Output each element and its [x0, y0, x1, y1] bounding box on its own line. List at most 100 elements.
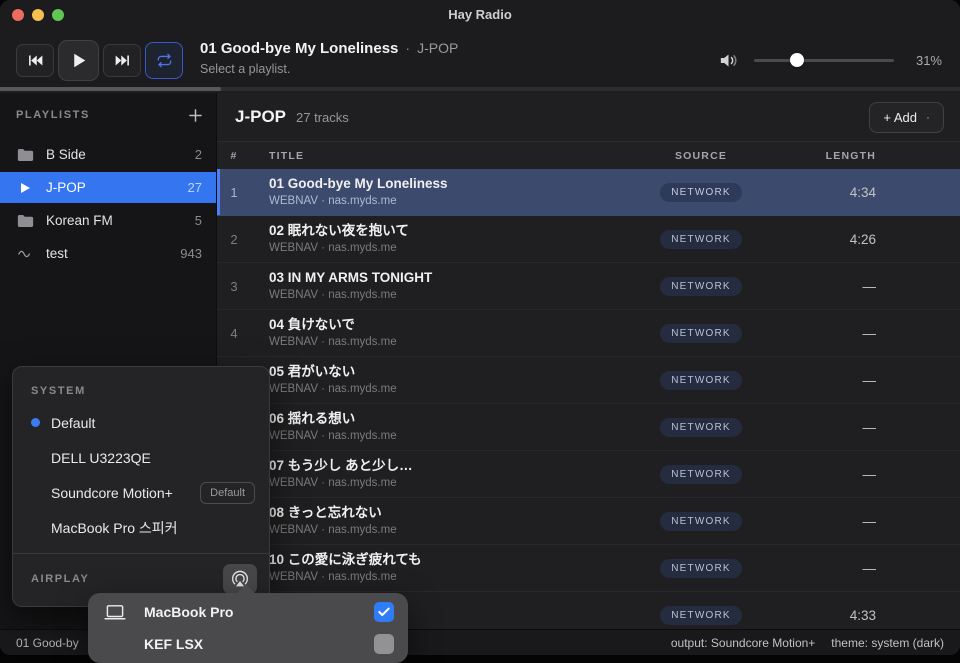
track-source-cell: NETWORK: [636, 605, 766, 625]
laptop-icon: [104, 604, 126, 621]
track-subtitle: WEBNAV · nas.myds.me: [269, 476, 636, 491]
table-row[interactable]: 4 04 負けないで WEBNAV · nas.myds.me NETWORK …: [217, 310, 960, 357]
track-title: 07 もう少し あと少し…: [269, 457, 636, 475]
volume-slider-thumb[interactable]: [790, 53, 804, 67]
track-length: —: [806, 279, 876, 294]
add-track-button[interactable]: + Add ·: [869, 102, 944, 133]
add-playlist-button[interactable]: [189, 109, 202, 122]
seek-bar[interactable]: [0, 87, 960, 91]
play-icon: [70, 52, 87, 69]
now-playing-playlist: J-POP: [417, 40, 458, 56]
check-icon: [378, 607, 390, 617]
track-length: 4:34: [806, 185, 876, 200]
table-row[interactable]: 1 01 Good-bye My Loneliness WEBNAV · nas…: [217, 169, 960, 216]
output-device-item[interactable]: Default: [13, 405, 269, 440]
title-separator: ·: [405, 40, 410, 56]
playlist-count: 5: [195, 213, 202, 228]
volume-slider[interactable]: [754, 53, 894, 67]
track-title: 04 負けないで: [269, 316, 636, 334]
source-badge: NETWORK: [660, 512, 742, 531]
airplay-checkbox[interactable]: [374, 602, 394, 622]
track-title-cell: 06 揺れる想い WEBNAV · nas.myds.me: [251, 410, 636, 444]
track-subtitle: WEBNAV · nas.myds.me: [269, 570, 636, 585]
add-track-label: + Add: [883, 110, 917, 125]
titlebar: Hay Radio: [0, 0, 960, 30]
play-button[interactable]: [58, 40, 99, 81]
track-title-cell: 02 眠れない夜を抱いて WEBNAV · nas.myds.me: [251, 222, 636, 256]
track-number: 1: [217, 185, 251, 200]
playlist-name: J-POP: [46, 180, 188, 195]
airplay-section-heading: AIRPLAY: [31, 573, 223, 585]
track-source-cell: NETWORK: [636, 276, 766, 296]
track-number: 2: [217, 232, 251, 247]
sidebar-playlist-item[interactable]: test 943: [0, 238, 216, 269]
table-row[interactable]: 07 もう少し あと少し… WEBNAV · nas.myds.me NETWO…: [217, 451, 960, 498]
source-badge: NETWORK: [660, 371, 742, 390]
header-length: LENGTH: [806, 150, 876, 162]
selected-dot-icon: [31, 418, 40, 427]
output-device-item[interactable]: MacBook Pro 스피커: [13, 510, 269, 545]
output-device-popover: SYSTEM Default DELL U3223QE Soundcore Mo…: [12, 366, 270, 607]
playlist-icon: [16, 147, 34, 163]
volume-slider-track: [754, 59, 894, 62]
source-badge: NETWORK: [660, 465, 742, 484]
track-source-cell: NETWORK: [636, 182, 766, 202]
track-source-cell: NETWORK: [636, 229, 766, 249]
playlist-icon: [16, 246, 34, 262]
source-badge: NETWORK: [660, 324, 742, 343]
output-device-item[interactable]: DELL U3223QE: [13, 440, 269, 475]
track-title-cell: 01 Good-bye My Loneliness WEBNAV · nas.m…: [251, 175, 636, 209]
table-row[interactable]: 05 君がいない WEBNAV · nas.myds.me NETWORK —: [217, 357, 960, 404]
sidebar-playlist-item[interactable]: Korean FM 5: [0, 205, 216, 236]
device-name: Soundcore Motion+: [51, 485, 200, 501]
playlist-title: J-POP: [235, 107, 286, 127]
previous-track-button[interactable]: [16, 44, 54, 77]
playlist-name: B Side: [46, 147, 195, 162]
track-source-cell: NETWORK: [636, 370, 766, 390]
device-list: Default DELL U3223QE Soundcore Motion+ D…: [13, 405, 269, 545]
table-row[interactable]: 10 この愛に泳ぎ疲れても WEBNAV · nas.myds.me NETWO…: [217, 545, 960, 592]
table-row[interactable]: 3 03 IN MY ARMS TONIGHT WEBNAV · nas.myd…: [217, 263, 960, 310]
track-title: 02 眠れない夜を抱いて: [269, 222, 636, 240]
next-track-button[interactable]: [103, 44, 141, 77]
playlist-count: 27: [188, 180, 202, 195]
table-row[interactable]: 08 きっと忘れない WEBNAV · nas.myds.me NETWORK …: [217, 498, 960, 545]
airplay-checkbox[interactable]: [374, 634, 394, 654]
airplay-target-item[interactable]: KEF LSX: [88, 628, 408, 660]
track-title: 05 君がいない: [269, 363, 636, 381]
table-row[interactable]: 2 02 眠れない夜を抱いて WEBNAV · nas.myds.me NETW…: [217, 216, 960, 263]
sidebar-header: PLAYLISTS: [0, 93, 216, 137]
playlist-name: Korean FM: [46, 213, 195, 228]
playing-triangle-icon: [19, 182, 31, 194]
table-row[interactable]: 06 揺れる想い WEBNAV · nas.myds.me NETWORK —: [217, 404, 960, 451]
airplay-target-item[interactable]: MacBook Pro: [88, 596, 408, 628]
track-subtitle: WEBNAV · nas.myds.me: [269, 288, 636, 303]
track-source-cell: NETWORK: [636, 464, 766, 484]
track-title-cell: 04 負けないで WEBNAV · nas.myds.me: [251, 316, 636, 350]
status-output: output: Soundcore Motion+: [671, 636, 815, 650]
sidebar-playlist-item[interactable]: J-POP 27: [0, 172, 216, 203]
device-name: Default: [51, 415, 255, 431]
player-bar: 01 Good-bye My Loneliness·J-POP Select a…: [0, 30, 960, 87]
system-section-heading: SYSTEM: [31, 385, 251, 397]
playlist-count: 2: [195, 147, 202, 162]
volume-percent-label: 31%: [910, 53, 942, 68]
header-num: #: [217, 150, 251, 162]
playlists-heading: PLAYLISTS: [16, 109, 189, 121]
repeat-button[interactable]: [145, 42, 183, 79]
track-title: 03 IN MY ARMS TONIGHT: [269, 269, 636, 287]
track-subtitle: WEBNAV · nas.myds.me: [269, 382, 636, 397]
previous-icon: [28, 54, 43, 67]
track-title-cell: 05 君がいない WEBNAV · nas.myds.me: [251, 363, 636, 397]
player-subtitle: Select a playlist.: [200, 62, 458, 76]
track-title: 06 揺れる想い: [269, 410, 636, 428]
output-device-item[interactable]: Soundcore Motion+ Default: [13, 475, 269, 510]
track-source-cell: NETWORK: [636, 558, 766, 578]
sidebar-playlist-item[interactable]: B Side 2: [0, 139, 216, 170]
track-length: —: [806, 420, 876, 435]
track-count: 27 tracks: [296, 110, 869, 125]
progress-fill: [0, 87, 221, 91]
source-badge: NETWORK: [660, 277, 742, 296]
volume-control: 31%: [719, 44, 942, 76]
track-subtitle: WEBNAV · nas.myds.me: [269, 241, 636, 256]
